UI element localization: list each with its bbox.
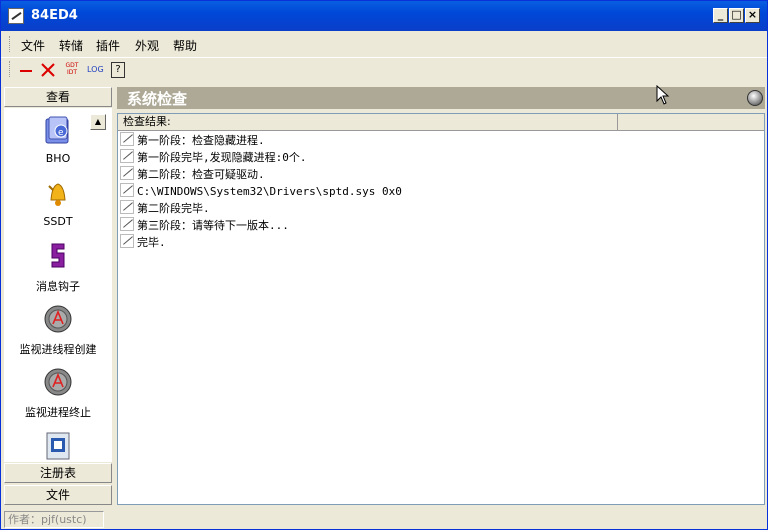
menu-help[interactable]: 帮助 xyxy=(173,37,197,54)
menu-appearance[interactable]: 外观 xyxy=(135,37,159,54)
main-window: 84ED4 _ □ × 文件 转储 插件 外观 帮助 GDT IDT LOG ? … xyxy=(0,0,768,530)
column-header-results[interactable]: 检查结果: xyxy=(118,114,618,131)
panel-header-view[interactable]: 查看 xyxy=(4,87,112,107)
list-item[interactable]: 第二阶段：检查可疑驱动. xyxy=(120,166,265,183)
bho-folder-icon: e xyxy=(45,116,69,144)
column-header-extra[interactable] xyxy=(619,114,764,131)
item-icon xyxy=(120,166,134,180)
help-icon[interactable]: ? xyxy=(111,62,125,78)
icon-item-bho[interactable]: e BHO xyxy=(4,115,112,165)
close-button[interactable]: × xyxy=(745,8,760,23)
item-icon xyxy=(120,234,134,248)
list-item[interactable]: C:\WINDOWS\System32\Drivers\sptd.sys 0x0 xyxy=(120,183,402,200)
banner-action-button[interactable] xyxy=(747,90,763,106)
panel-tab-registry[interactable]: 注册表 xyxy=(4,463,112,483)
status-bar: 作者：pjf(ustc) xyxy=(1,509,767,529)
toolbar-grip xyxy=(9,61,12,77)
menu-plugins[interactable]: 插件 xyxy=(96,37,120,54)
minimize-button[interactable]: _ xyxy=(713,8,728,23)
status-author: 作者：pjf(ustc) xyxy=(4,511,104,528)
item-icon xyxy=(120,217,134,231)
main-area: 系统检查 检查结果: 第一阶段：检查隐藏进程. 第一阶段完毕,发现隐藏进程:0个… xyxy=(117,87,765,507)
left-panel: 查看 ▲ e BHO SSDT 消息钩子 监视进线程创建 监视进程终止 注册表 … xyxy=(4,87,112,507)
mouse-cursor-icon xyxy=(656,85,670,105)
monitor-terminate-icon xyxy=(44,368,72,396)
icon-item-monitor-create[interactable]: 监视进线程创建 xyxy=(4,304,112,357)
list-item[interactable]: 第三阶段：请等待下一版本... xyxy=(120,217,289,234)
hook-icon xyxy=(51,243,65,268)
delete-icon[interactable] xyxy=(41,62,55,78)
icon-item-ssdt[interactable]: SSDT xyxy=(4,178,112,228)
item-icon xyxy=(120,132,134,146)
icon-item-monitor-terminate[interactable]: 监视进程终止 xyxy=(4,367,112,420)
window-title: 84ED4 xyxy=(31,8,78,23)
bell-icon xyxy=(48,183,66,206)
results-list[interactable]: 检查结果: 第一阶段：检查隐藏进程. 第一阶段完毕,发现隐藏进程:0个. 第二阶… xyxy=(117,113,765,505)
menu-grip xyxy=(9,36,12,52)
item-icon xyxy=(120,149,134,163)
list-header: 检查结果: xyxy=(118,114,764,131)
section-title: 系统检查 xyxy=(127,90,188,108)
list-item[interactable]: 完毕. xyxy=(120,234,166,251)
item-icon xyxy=(120,183,134,197)
maximize-button[interactable]: □ xyxy=(729,8,744,23)
app-icon xyxy=(8,8,24,24)
panel-tab-files[interactable]: 文件 xyxy=(4,485,112,505)
icon-item-message-hook[interactable]: 消息钩子 xyxy=(4,241,112,294)
title-bar[interactable]: 84ED4 _ □ × xyxy=(1,1,767,31)
menu-dump[interactable]: 转储 xyxy=(59,37,83,54)
list-item[interactable]: 第一阶段完毕,发现隐藏进程:0个. xyxy=(120,149,307,166)
item-icon xyxy=(120,200,134,214)
icon-list: ▲ e BHO SSDT 消息钩子 监视进线程创建 监视进程终止 xyxy=(4,108,112,462)
menu-bar: 文件 转储 插件 外观 帮助 xyxy=(1,31,767,57)
minimize-tool-icon[interactable] xyxy=(19,62,33,78)
svg-text:e: e xyxy=(58,128,64,138)
list-item[interactable]: 第一阶段：检查隐藏进程. xyxy=(120,132,265,149)
icon-item-module[interactable] xyxy=(4,430,112,462)
gdt-idt-icon[interactable]: GDT IDT xyxy=(64,62,80,78)
toolbar: GDT IDT LOG ? xyxy=(1,57,767,82)
log-icon[interactable]: LOG xyxy=(87,62,105,78)
monitor-create-icon xyxy=(44,305,72,333)
module-icon xyxy=(46,432,70,460)
list-item[interactable]: 第二阶段完毕. xyxy=(120,200,210,217)
menu-file[interactable]: 文件 xyxy=(21,37,45,54)
